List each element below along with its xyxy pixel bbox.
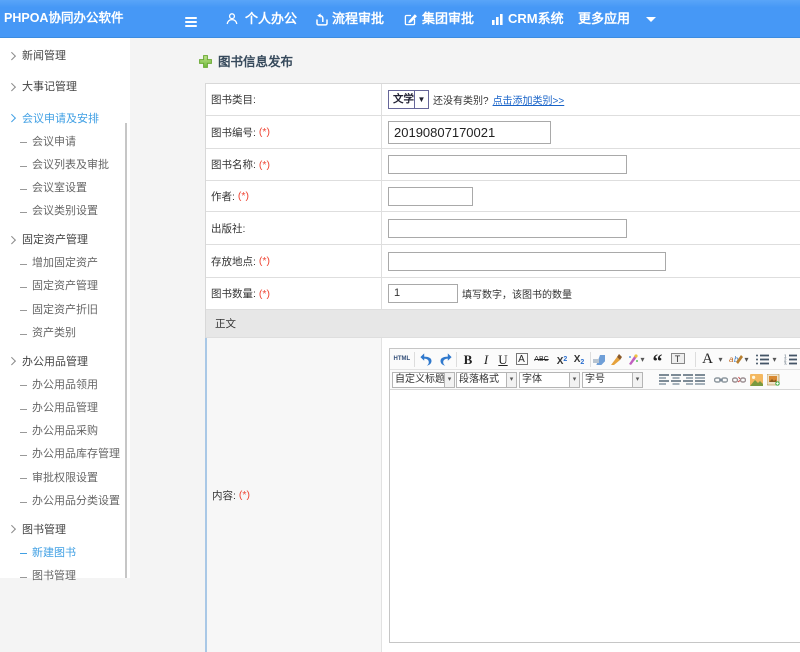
svg-text:3: 3 xyxy=(784,361,787,365)
